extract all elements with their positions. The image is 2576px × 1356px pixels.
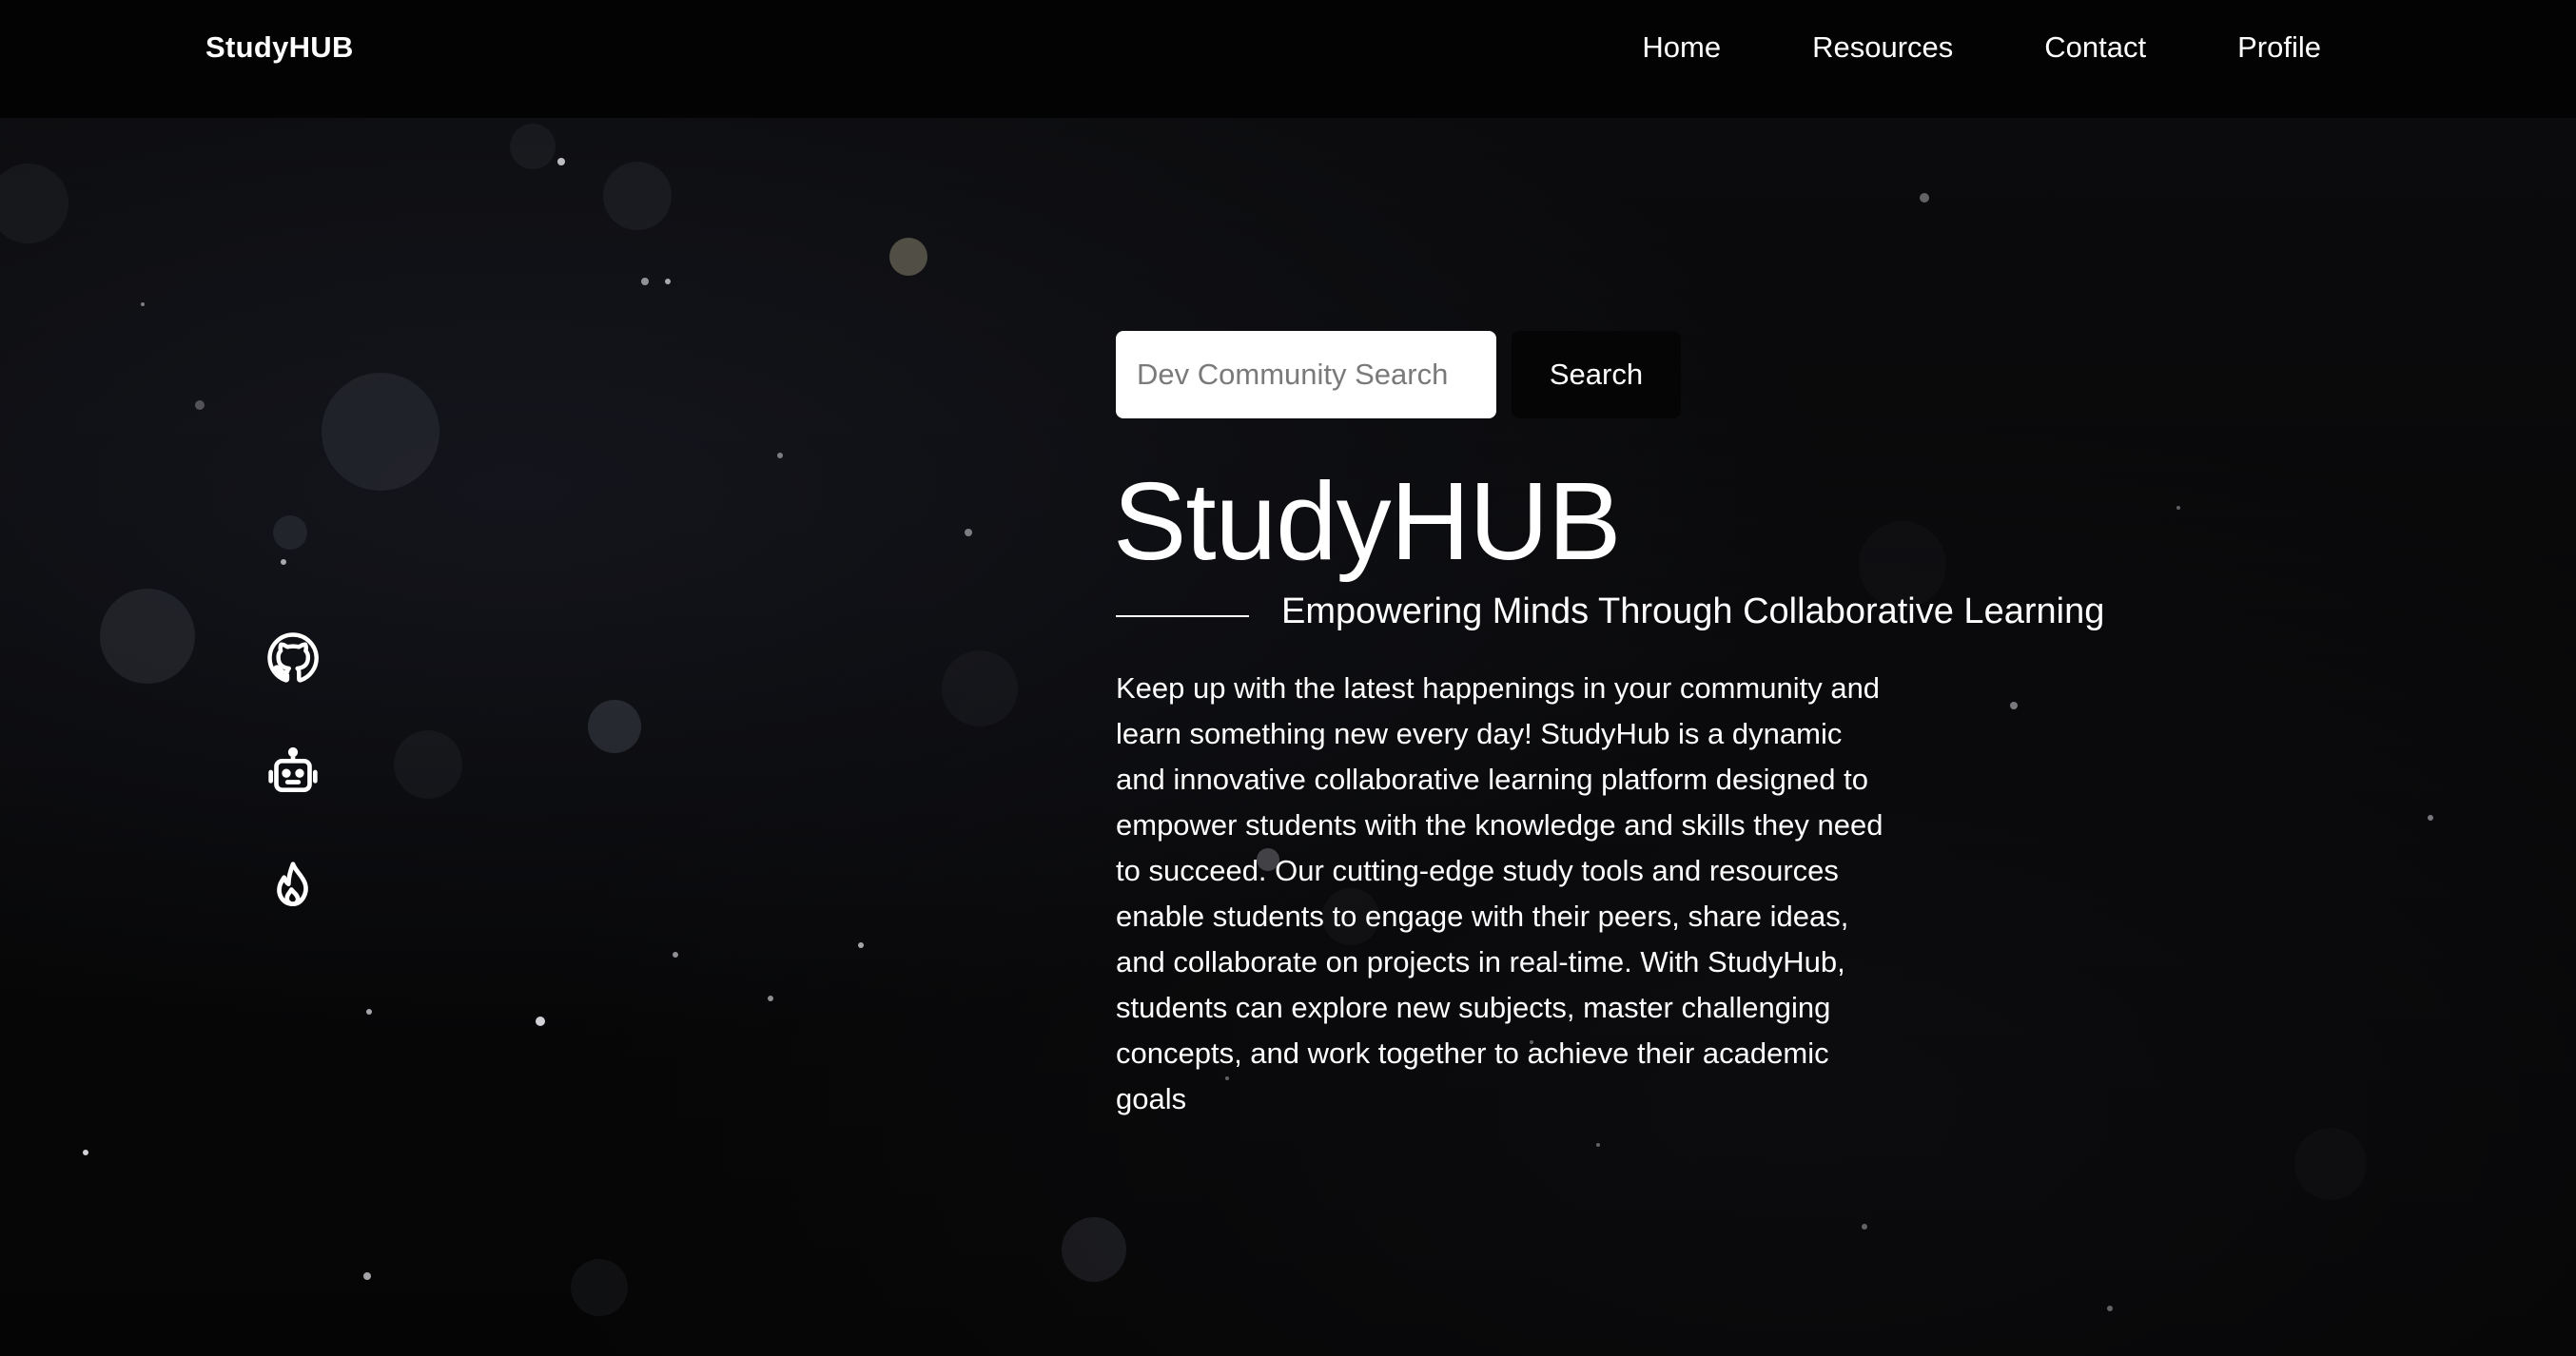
fire-icon[interactable] — [266, 860, 320, 913]
subtitle-divider — [1116, 614, 1249, 617]
page: StudyHUB Home Resources Contact Profile — [0, 0, 2576, 1356]
nav-links: Home Resources Contact Profile — [1642, 30, 2321, 65]
nav-link-home[interactable]: Home — [1642, 30, 1721, 65]
search-bar: Search — [1116, 331, 1681, 418]
social-links — [266, 631, 320, 974]
hero-title: StudyHUB — [1113, 459, 1622, 583]
top-navbar: StudyHUB Home Resources Contact Profile — [0, 0, 2576, 118]
brand-logo-link[interactable]: StudyHUB — [205, 30, 354, 65]
nav-link-contact[interactable]: Contact — [2044, 30, 2146, 65]
search-input[interactable] — [1116, 331, 1496, 418]
nav-link-resources[interactable]: Resources — [1812, 30, 1953, 65]
hero-subtitle-row: Empowering Minds Through Collaborative L… — [1116, 591, 2104, 632]
search-button[interactable]: Search — [1512, 331, 1681, 418]
hero-subtitle: Empowering Minds Through Collaborative L… — [1281, 591, 2105, 631]
hero-description: Keep up with the latest happenings in yo… — [1116, 671, 1883, 1115]
robot-icon[interactable] — [266, 746, 320, 799]
github-icon[interactable] — [266, 631, 320, 685]
nav-link-profile[interactable]: Profile — [2237, 30, 2321, 65]
